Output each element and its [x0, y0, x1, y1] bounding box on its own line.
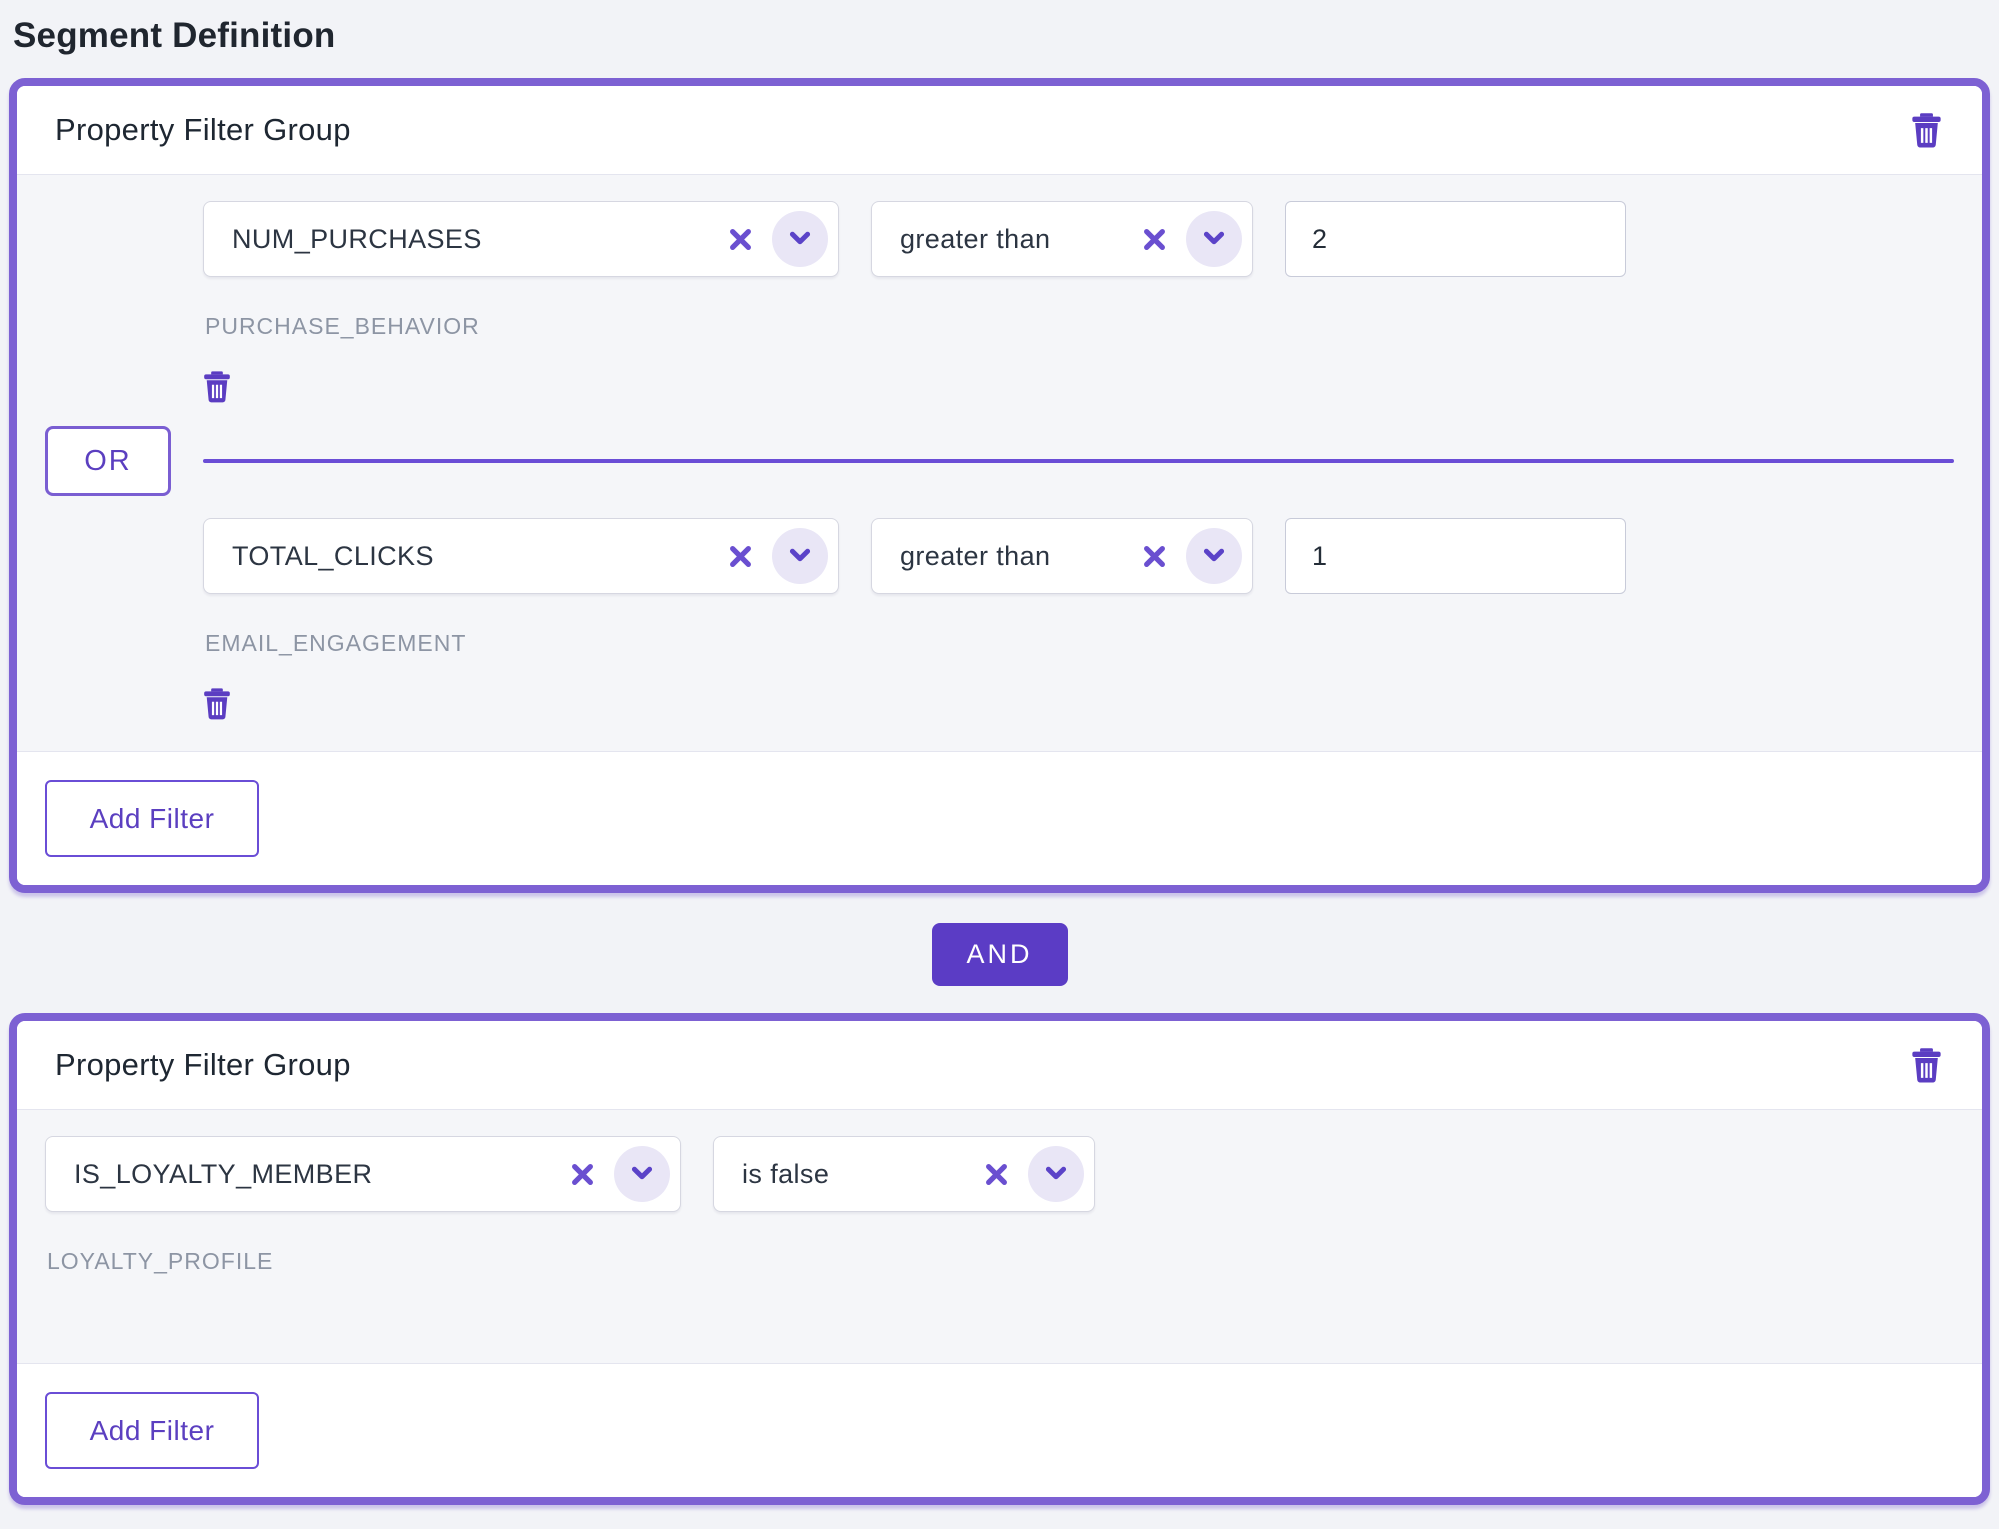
trash-icon — [1911, 1071, 1942, 1086]
group-2-header: Property Filter Group — [17, 1021, 1982, 1110]
x-icon — [727, 241, 754, 256]
operator-select-value: is false — [742, 1159, 983, 1190]
property-dropdown-toggle[interactable] — [614, 1146, 670, 1202]
x-icon — [1141, 241, 1168, 256]
operator-select-value: greater than — [900, 541, 1141, 572]
group-2-delete-button[interactable] — [1911, 1047, 1942, 1083]
operator-select[interactable]: greater than — [871, 201, 1253, 277]
clear-property-button[interactable] — [727, 543, 754, 570]
clear-operator-button[interactable] — [1141, 543, 1168, 570]
group-1-delete-button[interactable] — [1911, 112, 1942, 148]
property-select-value: IS_LOYALTY_MEMBER — [74, 1159, 569, 1190]
property-select[interactable]: NUM_PURCHASES — [203, 201, 839, 277]
group-2-body: IS_LOYALTY_MEMBER is — [17, 1110, 1982, 1364]
group-1-header: Property Filter Group — [17, 86, 1982, 175]
chevron-down-icon — [1201, 225, 1227, 254]
group-1-body: NUM_PURCHASES greate — [17, 175, 1982, 752]
clear-operator-button[interactable] — [1141, 226, 1168, 253]
trash-icon — [203, 391, 231, 406]
x-icon — [727, 558, 754, 573]
page-title: Segment Definition — [13, 16, 1990, 56]
trash-icon — [203, 708, 231, 723]
filter-1-selects-row: NUM_PURCHASES greate — [203, 201, 1954, 277]
group-1-title: Property Filter Group — [55, 112, 351, 148]
property-category-label: LOYALTY_PROFILE — [47, 1248, 1954, 1275]
operator-select[interactable]: is false — [713, 1136, 1095, 1212]
or-divider-line — [203, 459, 1954, 463]
group-connector-row: AND — [9, 923, 1990, 986]
operator-dropdown-toggle[interactable] — [1186, 528, 1242, 584]
clear-property-button[interactable] — [727, 226, 754, 253]
property-filter-group-2: Property Filter Group IS_LOYALTY_MEMB — [9, 1013, 1990, 1505]
trash-icon — [1911, 136, 1942, 151]
property-select[interactable]: TOTAL_CLICKS — [203, 518, 839, 594]
group-2-footer: Add Filter — [17, 1364, 1982, 1497]
property-category-label: PURCHASE_BEHAVIOR — [205, 313, 1954, 340]
chevron-down-icon — [1201, 542, 1227, 571]
filter-row-is-loyalty-member: IS_LOYALTY_MEMBER is — [45, 1136, 1954, 1275]
or-connector-row: OR — [45, 426, 1954, 496]
operator-dropdown-toggle[interactable] — [1028, 1146, 1084, 1202]
or-connector-button[interactable]: OR — [45, 426, 171, 496]
clear-property-button[interactable] — [569, 1161, 596, 1188]
property-select-value: TOTAL_CLICKS — [232, 541, 727, 572]
operator-select-value: greater than — [900, 224, 1141, 255]
clear-operator-button[interactable] — [983, 1161, 1010, 1188]
and-connector-button[interactable]: AND — [932, 923, 1068, 986]
filter-2-selects-row: TOTAL_CLICKS greater — [203, 518, 1954, 594]
property-select-value: NUM_PURCHASES — [232, 224, 727, 255]
chevron-down-icon — [787, 542, 813, 571]
x-icon — [983, 1176, 1010, 1191]
filter-value-input[interactable] — [1285, 201, 1626, 277]
delete-filter-button[interactable] — [203, 687, 231, 720]
group-2-title: Property Filter Group — [55, 1047, 351, 1083]
property-category-label: EMAIL_ENGAGEMENT — [205, 630, 1954, 657]
add-filter-button[interactable]: Add Filter — [45, 780, 259, 857]
property-select[interactable]: IS_LOYALTY_MEMBER — [45, 1136, 681, 1212]
property-dropdown-toggle[interactable] — [772, 528, 828, 584]
operator-select[interactable]: greater than — [871, 518, 1253, 594]
chevron-down-icon — [787, 225, 813, 254]
filter-row-num-purchases: NUM_PURCHASES greate — [203, 201, 1954, 408]
group-1-footer: Add Filter — [17, 752, 1982, 885]
segment-definition-page: Segment Definition Property Filter Group — [0, 0, 1999, 1529]
delete-filter-button[interactable] — [203, 370, 231, 403]
add-filter-button[interactable]: Add Filter — [45, 1392, 259, 1469]
chevron-down-icon — [1043, 1160, 1069, 1189]
property-dropdown-toggle[interactable] — [772, 211, 828, 267]
property-filter-group-1: Property Filter Group NUM_PURCHASES — [9, 78, 1990, 893]
x-icon — [1141, 558, 1168, 573]
filter-row-total-clicks: TOTAL_CLICKS greater — [203, 518, 1954, 725]
filter-value-input[interactable] — [1285, 518, 1626, 594]
filter-selects-row: IS_LOYALTY_MEMBER is — [45, 1136, 1954, 1212]
chevron-down-icon — [629, 1160, 655, 1189]
x-icon — [569, 1176, 596, 1191]
operator-dropdown-toggle[interactable] — [1186, 211, 1242, 267]
